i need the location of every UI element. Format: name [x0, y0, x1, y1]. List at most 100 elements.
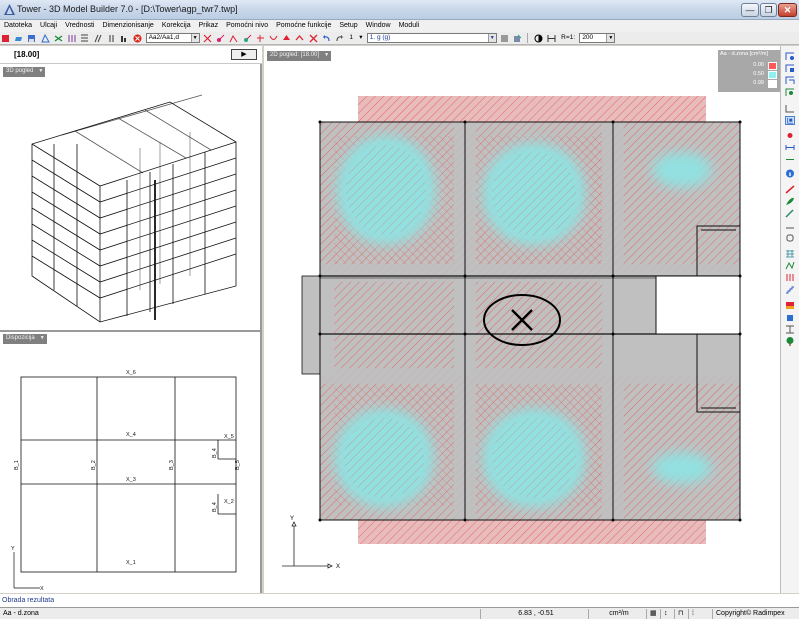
toolbar-separator	[527, 33, 529, 43]
view-2d-pane[interactable]: 2D pogled: [18.00] ▼ X Y Aa - d.zona [cm…	[264, 46, 780, 593]
pin-icon[interactable]	[216, 34, 225, 43]
copy-level-icon[interactable]	[785, 76, 795, 85]
beam-icon[interactable]	[107, 34, 116, 43]
dimension-icon[interactable]	[547, 34, 556, 43]
close-button[interactable]: ✕	[778, 3, 797, 17]
distance-icon[interactable]	[785, 155, 795, 164]
load-case-combo[interactable]: 1. g (g) ▼	[366, 33, 497, 43]
menu-ulcaji[interactable]: Ulcaji	[36, 20, 61, 32]
diagram-icon[interactable]	[203, 34, 212, 43]
cursor-toggle-icon[interactable]: ⁞	[688, 609, 702, 619]
open-file-icon[interactable]	[14, 34, 23, 43]
menu-window[interactable]: Window	[362, 20, 395, 32]
force-icon[interactable]	[243, 34, 252, 43]
tree-icon[interactable]	[785, 337, 795, 346]
layers-icon[interactable]	[785, 313, 795, 322]
play-button[interactable]: ▶	[231, 49, 257, 60]
ratio-label: R=1:	[561, 34, 576, 41]
label-b1: B_1	[14, 460, 20, 470]
menu-datoteka[interactable]: Datoteka	[0, 20, 36, 32]
stop-icon[interactable]	[133, 34, 142, 43]
tower-app-icon	[4, 4, 15, 15]
pen-icon[interactable]	[785, 209, 795, 218]
status-unit: cm²/m	[588, 609, 646, 619]
ortho-toggle-icon[interactable]: ↕	[660, 609, 674, 619]
menu-prikaz[interactable]: Prikaz	[195, 20, 222, 32]
maximize-button[interactable]: ❐	[760, 3, 777, 17]
level-down-icon[interactable]	[785, 64, 795, 73]
main-toolbar: Aa2/Aa1,d ▼ 1 ▾ 1. g (g) ▼ R=1: 200 ▼	[0, 32, 799, 45]
mirror-icon[interactable]	[785, 131, 795, 140]
axis-icon[interactable]	[785, 104, 795, 113]
load-icon[interactable]	[785, 273, 795, 282]
chevron-down-icon: ▼	[487, 34, 496, 42]
grid-icon[interactable]	[785, 249, 795, 258]
save-icon[interactable]	[27, 34, 36, 43]
line-icon[interactable]	[785, 221, 795, 230]
slab-result-plot: X Y	[282, 96, 742, 570]
hand-icon[interactable]	[785, 233, 795, 242]
menu-dimenzionisanje[interactable]: Dimenzionisanje	[98, 20, 157, 32]
grid-toggle-icon[interactable]: ▦	[646, 609, 660, 619]
info-icon[interactable]	[785, 169, 795, 178]
level-spin[interactable]: ▾	[359, 32, 362, 44]
model-icon[interactable]	[40, 34, 50, 43]
snap-toggle-icon[interactable]: ⊓	[674, 609, 688, 619]
slab-icon[interactable]	[94, 34, 103, 43]
load-case-export-icon[interactable]	[513, 34, 522, 43]
undo-icon[interactable]	[322, 34, 331, 43]
label-b3: B_3	[169, 460, 175, 470]
view-3d-selector[interactable]: 3D pogled ▼	[3, 67, 46, 77]
results-icon[interactable]	[120, 34, 129, 43]
deflection-icon[interactable]	[269, 34, 278, 43]
snap-icon[interactable]	[785, 261, 795, 270]
section-icon[interactable]	[785, 325, 795, 334]
level-up-icon[interactable]	[785, 52, 795, 61]
menu-moduli[interactable]: Moduli	[395, 20, 424, 32]
reinforcement-icon[interactable]	[67, 34, 76, 43]
result-legend: Aa - d.zona [cm²/m] 0.00 0.50 0.99	[718, 50, 780, 92]
supports-icon[interactable]	[54, 34, 63, 43]
legend-value-mid: 0.50	[753, 71, 764, 77]
label-x2: X_2	[224, 499, 234, 505]
load-case-list-icon[interactable]	[500, 34, 509, 43]
legend-title: Aa - d.zona [cm²/m]	[720, 51, 768, 57]
chevron-down-icon: ▼	[190, 34, 199, 42]
label-x5: X_5	[224, 434, 234, 440]
roof-icon[interactable]	[295, 34, 304, 43]
menu-korekcija[interactable]: Korekcija	[158, 20, 195, 32]
status-mode: Aa - d.zona	[3, 610, 39, 617]
minimize-button[interactable]: —	[741, 3, 759, 17]
shear-icon[interactable]	[256, 34, 265, 43]
new-file-icon[interactable]	[1, 34, 10, 43]
menu-setup[interactable]: Setup	[335, 20, 361, 32]
redo-icon[interactable]	[335, 34, 344, 43]
contrast-icon[interactable]	[534, 34, 543, 43]
color-map-icon[interactable]	[785, 301, 795, 310]
disp-axis-y-label: Y	[11, 546, 15, 552]
result-type-combo[interactable]: Aa2/Aa1,d ▼	[145, 33, 200, 43]
scale-combo[interactable]: 200 ▼	[579, 33, 616, 43]
menu-pomocne-funkcije[interactable]: Pomoćne funkcije	[272, 20, 335, 32]
arrow-up-icon[interactable]	[282, 34, 291, 43]
view-3d-pane[interactable]: [18.00] ▶ 3D pogled ▼ z y x	[0, 46, 262, 328]
columns-icon[interactable]	[80, 34, 89, 43]
label-b5: B_5	[235, 460, 241, 470]
legend-swatch-cyan	[768, 71, 777, 79]
stairs-icon[interactable]	[785, 285, 795, 294]
disposition-pane[interactable]: Dispozicija ▼ X_6 X_5 X_4 X_3 X_2 X_1 B_1…	[0, 330, 262, 593]
export-level-icon[interactable]	[785, 88, 795, 97]
main-axis-y-label: Y	[290, 516, 294, 522]
slab-edit-icon[interactable]	[785, 185, 795, 194]
label-x6: X_6	[126, 370, 136, 376]
menu-vrednosti[interactable]: Vrednosti	[61, 20, 98, 32]
moment-icon[interactable]	[229, 34, 238, 43]
leaf-icon[interactable]	[785, 197, 795, 206]
zoom-fit-icon[interactable]	[309, 34, 318, 43]
select-icon[interactable]	[785, 116, 795, 125]
measure-icon[interactable]	[785, 143, 795, 152]
model-3d-drawing: z y x	[31, 94, 237, 323]
status-copyright: Copyright© Radimpex	[712, 609, 799, 619]
menu-pomocni-nivo[interactable]: Pomoćni nivo	[222, 20, 272, 32]
main-axis-x-label: X	[336, 564, 340, 570]
